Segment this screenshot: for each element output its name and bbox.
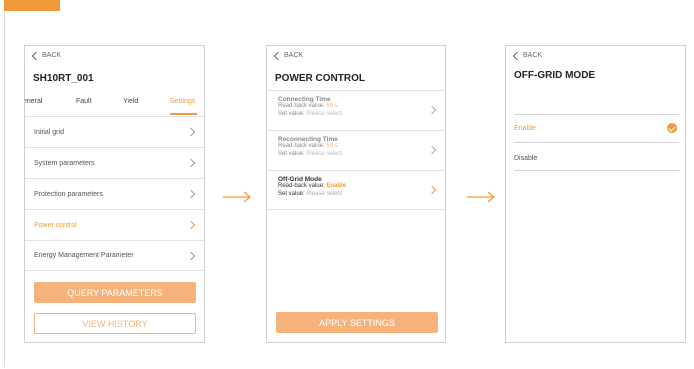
- setting-off-grid-mode[interactable]: Off-Grid Mode Read-back value: Enable Se…: [267, 170, 445, 210]
- setting-reconnecting-time[interactable]: Reconnecting Time Read-back value: 60 s …: [267, 130, 445, 170]
- tab-bar: eneral Fault Yield Settings: [25, 98, 204, 116]
- settings-item-initial-grid[interactable]: Initial grid: [25, 116, 204, 147]
- set-value-line: Set value: Please select: [278, 111, 445, 119]
- settings-item-label: Energy Management Parameter: [34, 252, 134, 259]
- screen-power-control: BACK POWER CONTROL Connecting Time Read-…: [266, 45, 446, 343]
- setting-title: Connecting Time: [278, 96, 331, 103]
- back-chevron-icon: [512, 51, 522, 60]
- set-value-line: Set value: Please select: [278, 151, 445, 159]
- option-label: Enable: [514, 124, 536, 132]
- readback-label: Read-back value:: [278, 143, 325, 149]
- back-label: BACK: [523, 52, 543, 59]
- check-circle-icon: [667, 123, 677, 133]
- back-chevron-icon: [31, 51, 41, 60]
- settings-item-system-parameters[interactable]: System parameters: [25, 147, 204, 178]
- readback-value: Enable: [326, 183, 347, 189]
- view-history-button[interactable]: VIEW HISTORY: [34, 313, 196, 334]
- back-label: BACK: [284, 52, 304, 59]
- screen-device-settings: BACK SH10RT_001 eneral Fault Yield Setti…: [24, 45, 205, 343]
- tab-active-indicator: [170, 113, 197, 115]
- readback-line: Read-back value: 60 s: [278, 143, 445, 151]
- set-value: Please select: [306, 190, 343, 197]
- tab-yield[interactable]: Yield: [123, 98, 138, 105]
- set-label: Set value:: [278, 110, 305, 117]
- apply-settings-button[interactable]: APPLY SETTINGS: [276, 312, 438, 333]
- option-disable[interactable]: Disable: [506, 144, 685, 172]
- setting-title: Off-Grid Mode: [278, 176, 322, 183]
- back-button[interactable]: BACK: [273, 51, 304, 60]
- chevron-right-icon: [186, 127, 196, 137]
- settings-item-label: Protection parameters: [34, 190, 103, 198]
- back-label: BACK: [42, 52, 62, 59]
- option-label: Disable: [514, 154, 538, 162]
- set-label: Set value:: [278, 190, 305, 197]
- corner-accent: [4, 0, 60, 11]
- tab-fault[interactable]: Fault: [76, 98, 92, 105]
- chevron-right-icon: [186, 251, 196, 261]
- settings-item-power-control[interactable]: Power control: [25, 209, 204, 240]
- back-button[interactable]: BACK: [512, 51, 543, 60]
- readback-line: Read-back value: 60 s: [278, 103, 445, 111]
- query-parameters-button[interactable]: QUERY PARAMETERS: [34, 282, 196, 303]
- divider: [514, 170, 679, 171]
- chevron-right-icon: [186, 158, 196, 168]
- setting-connecting-time[interactable]: Connecting Time Read-back value: 60 s Se…: [267, 90, 445, 130]
- page-title: SH10RT_001: [33, 73, 94, 84]
- frame-border: [4, 12, 5, 367]
- arrow-right-icon: [223, 191, 252, 203]
- screen-off-grid-mode: BACK OFF-GRID MODE Enable Disable: [505, 45, 686, 343]
- tab-general[interactable]: eneral: [25, 98, 42, 105]
- back-button[interactable]: BACK: [31, 51, 62, 60]
- settings-item-protection-parameters[interactable]: Protection parameters: [25, 178, 204, 209]
- chevron-right-icon: [186, 189, 196, 199]
- settings-item-energy-management[interactable]: Energy Management Parameter: [25, 240, 204, 271]
- readback-label: Read-back value:: [278, 183, 325, 189]
- arrow-right-icon: [467, 191, 496, 203]
- chevron-right-icon: [186, 220, 196, 230]
- page-title: OFF-GRID MODE: [514, 70, 596, 81]
- page-title: POWER CONTROL: [275, 73, 365, 84]
- settings-item-label: Initial grid: [34, 128, 64, 136]
- tab-settings[interactable]: Settings: [170, 98, 195, 105]
- divider: [514, 142, 679, 143]
- set-value: Please select: [306, 150, 343, 157]
- set-value: Please select: [306, 110, 343, 117]
- readback-value: 60 s: [326, 143, 338, 149]
- settings-item-label: System parameters: [34, 159, 95, 167]
- option-enable[interactable]: Enable: [506, 114, 685, 142]
- back-chevron-icon: [273, 51, 283, 60]
- readback-label: Read-back value:: [278, 103, 325, 109]
- set-value-line: Set value: Please select: [278, 191, 445, 199]
- settings-list: Initial grid System parameters Protectio…: [25, 116, 204, 271]
- settings-item-label: Power control: [34, 221, 77, 229]
- set-label: Set value:: [278, 150, 305, 157]
- setting-title: Reconnecting Time: [278, 136, 338, 143]
- readback-value: 60 s: [326, 103, 338, 109]
- readback-line: Read-back value: Enable: [278, 183, 445, 191]
